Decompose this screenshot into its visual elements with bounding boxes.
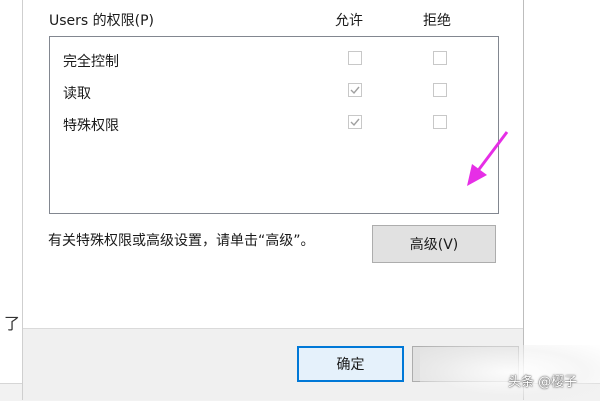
check-icon xyxy=(350,86,360,95)
allow-checkbox[interactable] xyxy=(348,83,362,97)
deny-column-header: 拒绝 xyxy=(423,13,451,29)
permissions-list: 完全控制 读取 特殊权限 xyxy=(49,36,499,214)
security-tab-panel: Users 的权限(P) 允许 拒绝 完全控制 读取 特殊权限 有关特殊权限或高… xyxy=(23,0,523,329)
permission-row-special: 特殊权限 xyxy=(50,109,498,139)
permission-row-full-control: 完全控制 xyxy=(50,45,498,75)
advanced-hint-text: 有关特殊权限或高级设置，请单击“高级”。 xyxy=(48,233,315,249)
advanced-button[interactable]: 高级(V) xyxy=(372,225,496,263)
permissions-dialog: Users 的权限(P) 允许 拒绝 完全控制 读取 特殊权限 有关特殊权限或高… xyxy=(22,0,524,400)
permission-label: 完全控制 xyxy=(63,54,119,70)
allow-column-header: 允许 xyxy=(335,13,363,29)
ok-button[interactable]: 确定 xyxy=(297,346,404,382)
deny-checkbox[interactable] xyxy=(433,115,447,129)
background-text: 了 xyxy=(4,314,21,333)
permission-label: 读取 xyxy=(63,86,91,102)
allow-checkbox[interactable] xyxy=(348,115,362,129)
arrow-pointer-icon xyxy=(467,131,509,186)
allow-checkbox[interactable] xyxy=(348,51,362,65)
background-window: 了 xyxy=(0,0,23,400)
deny-checkbox[interactable] xyxy=(433,83,447,97)
permission-row-read: 读取 xyxy=(50,77,498,107)
watermark: 头条 @樱子 xyxy=(508,375,578,390)
permission-label: 特殊权限 xyxy=(63,118,119,134)
deny-checkbox[interactable] xyxy=(433,51,447,65)
check-icon xyxy=(350,118,360,127)
permissions-title: Users 的权限(P) xyxy=(49,13,155,29)
